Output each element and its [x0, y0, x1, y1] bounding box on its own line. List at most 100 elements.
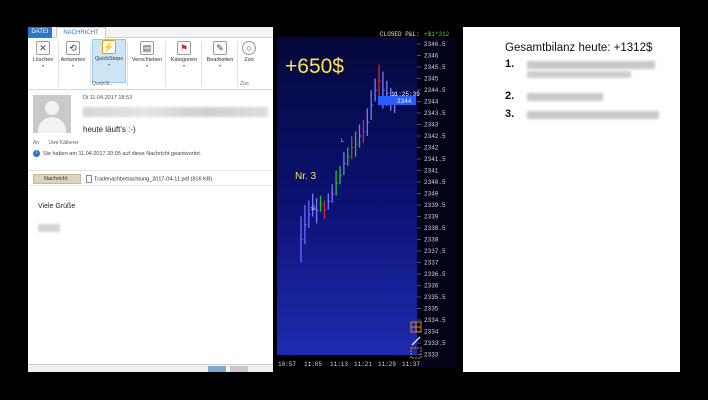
edit-button[interactable]: ✎ Bearbeiten ▾ — [203, 41, 237, 69]
attachment-message-tab[interactable]: Nachricht — [33, 174, 81, 184]
price-tick-label: 2336 — [424, 283, 439, 290]
list-item-number: 3. — [505, 108, 515, 120]
avatar-head-icon — [45, 101, 59, 115]
price-tick-label: 2342.5 — [424, 133, 446, 140]
recipient-label: An — [33, 140, 40, 146]
reply-icon: ⟲ — [66, 41, 80, 55]
group-label-zoom: Zoo — [240, 81, 249, 87]
ribbon-separator — [237, 42, 238, 86]
time-tick-label: 11:05 — [304, 361, 322, 368]
ribbon-separator — [165, 42, 166, 86]
delete-button[interactable]: ✕ Löschen ▾ — [28, 41, 58, 69]
summary-title: Gesamtbilanz heute: +1312$ — [505, 42, 653, 54]
message-subject: heute läuft's :-) — [83, 125, 136, 134]
ribbon-separator — [201, 42, 202, 86]
message-body: Viele Grüße — [38, 203, 76, 210]
list-item-number: 1. — [505, 58, 515, 70]
price-tick-label: 2337 — [424, 260, 439, 267]
info-icon: i — [33, 150, 40, 157]
avatar-body-icon — [38, 117, 66, 133]
redacted-text — [527, 71, 631, 78]
pdf-file-icon — [86, 175, 92, 183]
time-tick-label: 10:57 — [278, 361, 296, 368]
redacted-text — [527, 61, 655, 69]
reading-view-button[interactable] — [208, 366, 226, 372]
zoom-button-label: Zoo — [244, 57, 254, 63]
reply-button[interactable]: ⟲ Antworten ▾ — [58, 41, 88, 69]
price-tick-label: 2345 — [424, 76, 439, 83]
attachment-pdf-label: Tradenachbetrachtung_2017-04-11.pdf (816… — [94, 176, 213, 183]
price-tick-label: 2333 — [424, 352, 439, 359]
move-button[interactable]: ▤ Verschieben ▾ — [129, 41, 165, 69]
current-price-readout: 2344 — [397, 98, 412, 105]
price-tick-label: 2334 — [424, 329, 439, 336]
reply-info-bar: i Sie haben am 11.04.2017 20:05 auf diese… — [33, 150, 201, 157]
trade-number-label: Nr. 3 — [295, 171, 317, 182]
lightning-icon: ⚡ — [102, 40, 116, 54]
message-header: Di 11.04.2017 18:53 heute läuft's :-) An… — [28, 90, 273, 170]
redacted-text — [527, 111, 659, 119]
closed-pnl-value: +$1*312 — [424, 31, 450, 38]
redacted-text — [527, 93, 603, 101]
chevron-down-icon: ▾ — [41, 63, 44, 68]
price-tick-label: 2343.5 — [424, 110, 446, 117]
time-tick-label: 11:13 — [330, 361, 348, 368]
summary-panel: Gesamtbilanz heute: +1312$ 1. 2. 3. — [463, 27, 680, 372]
group-label-quicksteps: QuickSt... — [92, 81, 114, 87]
price-tick-label: 2342 — [424, 145, 439, 152]
price-tick-label: 2343 — [424, 122, 439, 129]
message-date: Di 11.04.2017 18:53 — [83, 95, 133, 101]
zoom-button[interactable]: ○ Zoo — [239, 41, 259, 63]
quicksteps-button[interactable]: ⚡ QuickSteps ▾ — [92, 39, 126, 83]
ribbon-separator — [127, 42, 128, 86]
long-marker: L — [341, 138, 344, 144]
zoom-icon: ○ — [242, 41, 256, 55]
price-tick-label: 2340.5 — [424, 179, 446, 186]
price-tick-label: 2337.5 — [424, 248, 446, 255]
chevron-down-icon: ▾ — [218, 63, 221, 68]
chevron-down-icon: ▾ — [182, 63, 185, 68]
move-folder-icon: ▤ — [140, 41, 154, 55]
price-tick-label: 2339.5 — [424, 202, 446, 209]
trading-chart: CLOSED P&L: +$1*312 +650$ Nr. 3 2346.5 23… — [274, 27, 462, 372]
chevron-down-icon: ▾ — [71, 63, 74, 68]
price-tick-label: 2344 — [424, 99, 439, 106]
flag-icon: ⚑ — [177, 41, 191, 55]
profit-label: +650$ — [285, 55, 344, 78]
price-tick-label: 2341.5 — [424, 156, 446, 163]
edit-icon: ✎ — [213, 41, 227, 55]
price-tick-label: 2335.5 — [424, 294, 446, 301]
time-tick-label: 11:29 — [378, 361, 396, 368]
price-tick-label: 2338.5 — [424, 225, 446, 232]
normal-view-button[interactable] — [230, 366, 248, 372]
price-tick-label: 2334.5 — [424, 317, 446, 324]
price-tick-label: 2338 — [424, 237, 439, 244]
status-bar — [28, 364, 273, 372]
categories-button[interactable]: ⚑ Kategorien ▾ — [167, 41, 201, 69]
attachment-bar: Nachricht Tradenachbetrachtung_2017-04-1… — [28, 170, 273, 186]
price-tick-label: 2341 — [424, 168, 439, 175]
ribbon-tabs: DATEI NACHRICHT — [28, 27, 273, 38]
delete-x-icon: ✕ — [36, 41, 50, 55]
price-tick-label: 2345.5 — [424, 64, 446, 71]
tab-file[interactable]: DATEI — [28, 27, 52, 38]
ribbon-toolbar: ✕ Löschen ▾ ⟲ Antworten ▾ ⚡ QuickSteps ▾ Qu… — [28, 38, 273, 90]
time-tick-label: 11:21 — [354, 361, 372, 368]
chevron-down-icon: ▾ — [107, 62, 110, 67]
stop-loss-marker: SL — [311, 206, 317, 212]
price-tick-label: 2340 — [424, 191, 439, 198]
time-tick-label: 11:37 — [402, 361, 420, 368]
signature-redacted — [38, 224, 60, 232]
outlook-message-window: DATEI NACHRICHT ✕ Löschen ▾ ⟲ Antworten ▾ … — [28, 27, 273, 372]
chart-plot-area — [277, 37, 417, 355]
price-tick-label: 2346.5 — [424, 41, 446, 48]
price-tick-label: 2333.5 — [424, 340, 446, 347]
reply-info-text: Sie haben am 11.04.2017 20:05 auf diese … — [43, 150, 202, 157]
closed-pnl-label: CLOSED P&L: — [380, 31, 420, 38]
list-item-number: 2. — [505, 90, 515, 102]
tab-message[interactable]: NACHRICHT — [56, 27, 106, 38]
recipient-row: An Uwe Kälberer — [33, 140, 87, 146]
attachment-pdf[interactable]: Tradenachbetrachtung_2017-04-11.pdf (816… — [86, 175, 212, 183]
price-tick-label: 2336.5 — [424, 271, 446, 278]
recipient-name[interactable]: Uwe Kälberer — [49, 140, 79, 146]
